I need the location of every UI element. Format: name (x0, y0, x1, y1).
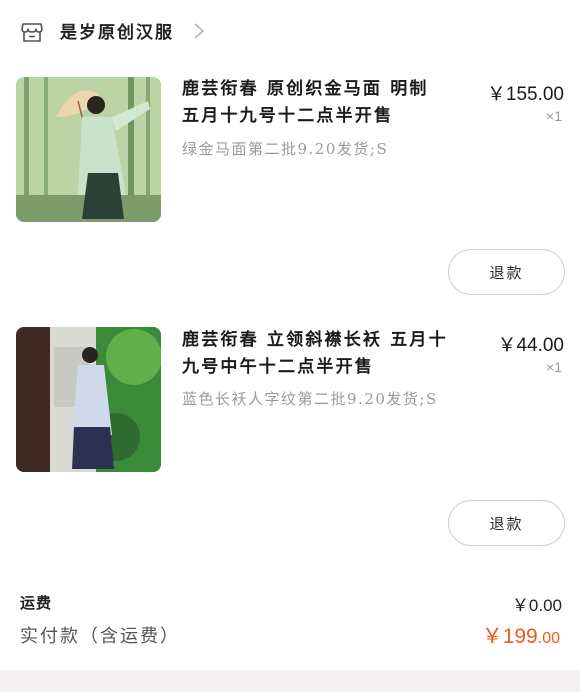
paid-amount-main: ￥199 (481, 625, 538, 648)
product-title-line: 五月十九号十二点半开售 (182, 106, 394, 126)
product-title-line: 鹿芸衔春 立领斜襟长袄 五月十 (182, 330, 448, 350)
shipping-value: ￥0.00 (511, 596, 562, 615)
product-image-blue-jacket[interactable] (16, 327, 161, 472)
product-sku: 蓝色长袄人字纹第二批9.20发货;S (182, 390, 438, 408)
shop-name[interactable]: 是岁原创汉服 (60, 18, 174, 43)
shipping-label: 运费 (20, 594, 53, 612)
bottom-divider (0, 670, 580, 692)
product-title-line: 九号中午十二点半开售 (182, 357, 374, 377)
product-price: ￥155.00 (486, 84, 564, 105)
store-icon (21, 23, 43, 42)
product-sku: 绿金马面第二批9.20发货;S (182, 140, 389, 158)
product-title[interactable]: 鹿芸衔春 立领斜襟长袄 五月十 九号中午十二点半开售 (182, 327, 472, 381)
product-price: ￥44.00 (497, 335, 564, 356)
paid-amount-label: 实付款（含运费） (20, 626, 180, 647)
product-quantity: ×1 (546, 108, 562, 124)
refund-button[interactable]: 退款 (448, 249, 565, 295)
paid-amount-value: ￥199.00 (482, 620, 560, 650)
paid-amount-cents: .00 (537, 630, 560, 647)
product-image-green-mamian[interactable] (16, 77, 161, 222)
shop-header[interactable]: 是岁原创汉服 (0, 0, 580, 62)
product-quantity: ×1 (546, 359, 562, 375)
refund-button[interactable]: 退款 (448, 500, 565, 546)
chevron-right-icon (194, 23, 205, 39)
product-title[interactable]: 鹿芸衔春 原创织金马面 明制 五月十九号十二点半开售 (182, 76, 472, 130)
product-title-line: 鹿芸衔春 原创织金马面 明制 (182, 79, 429, 99)
